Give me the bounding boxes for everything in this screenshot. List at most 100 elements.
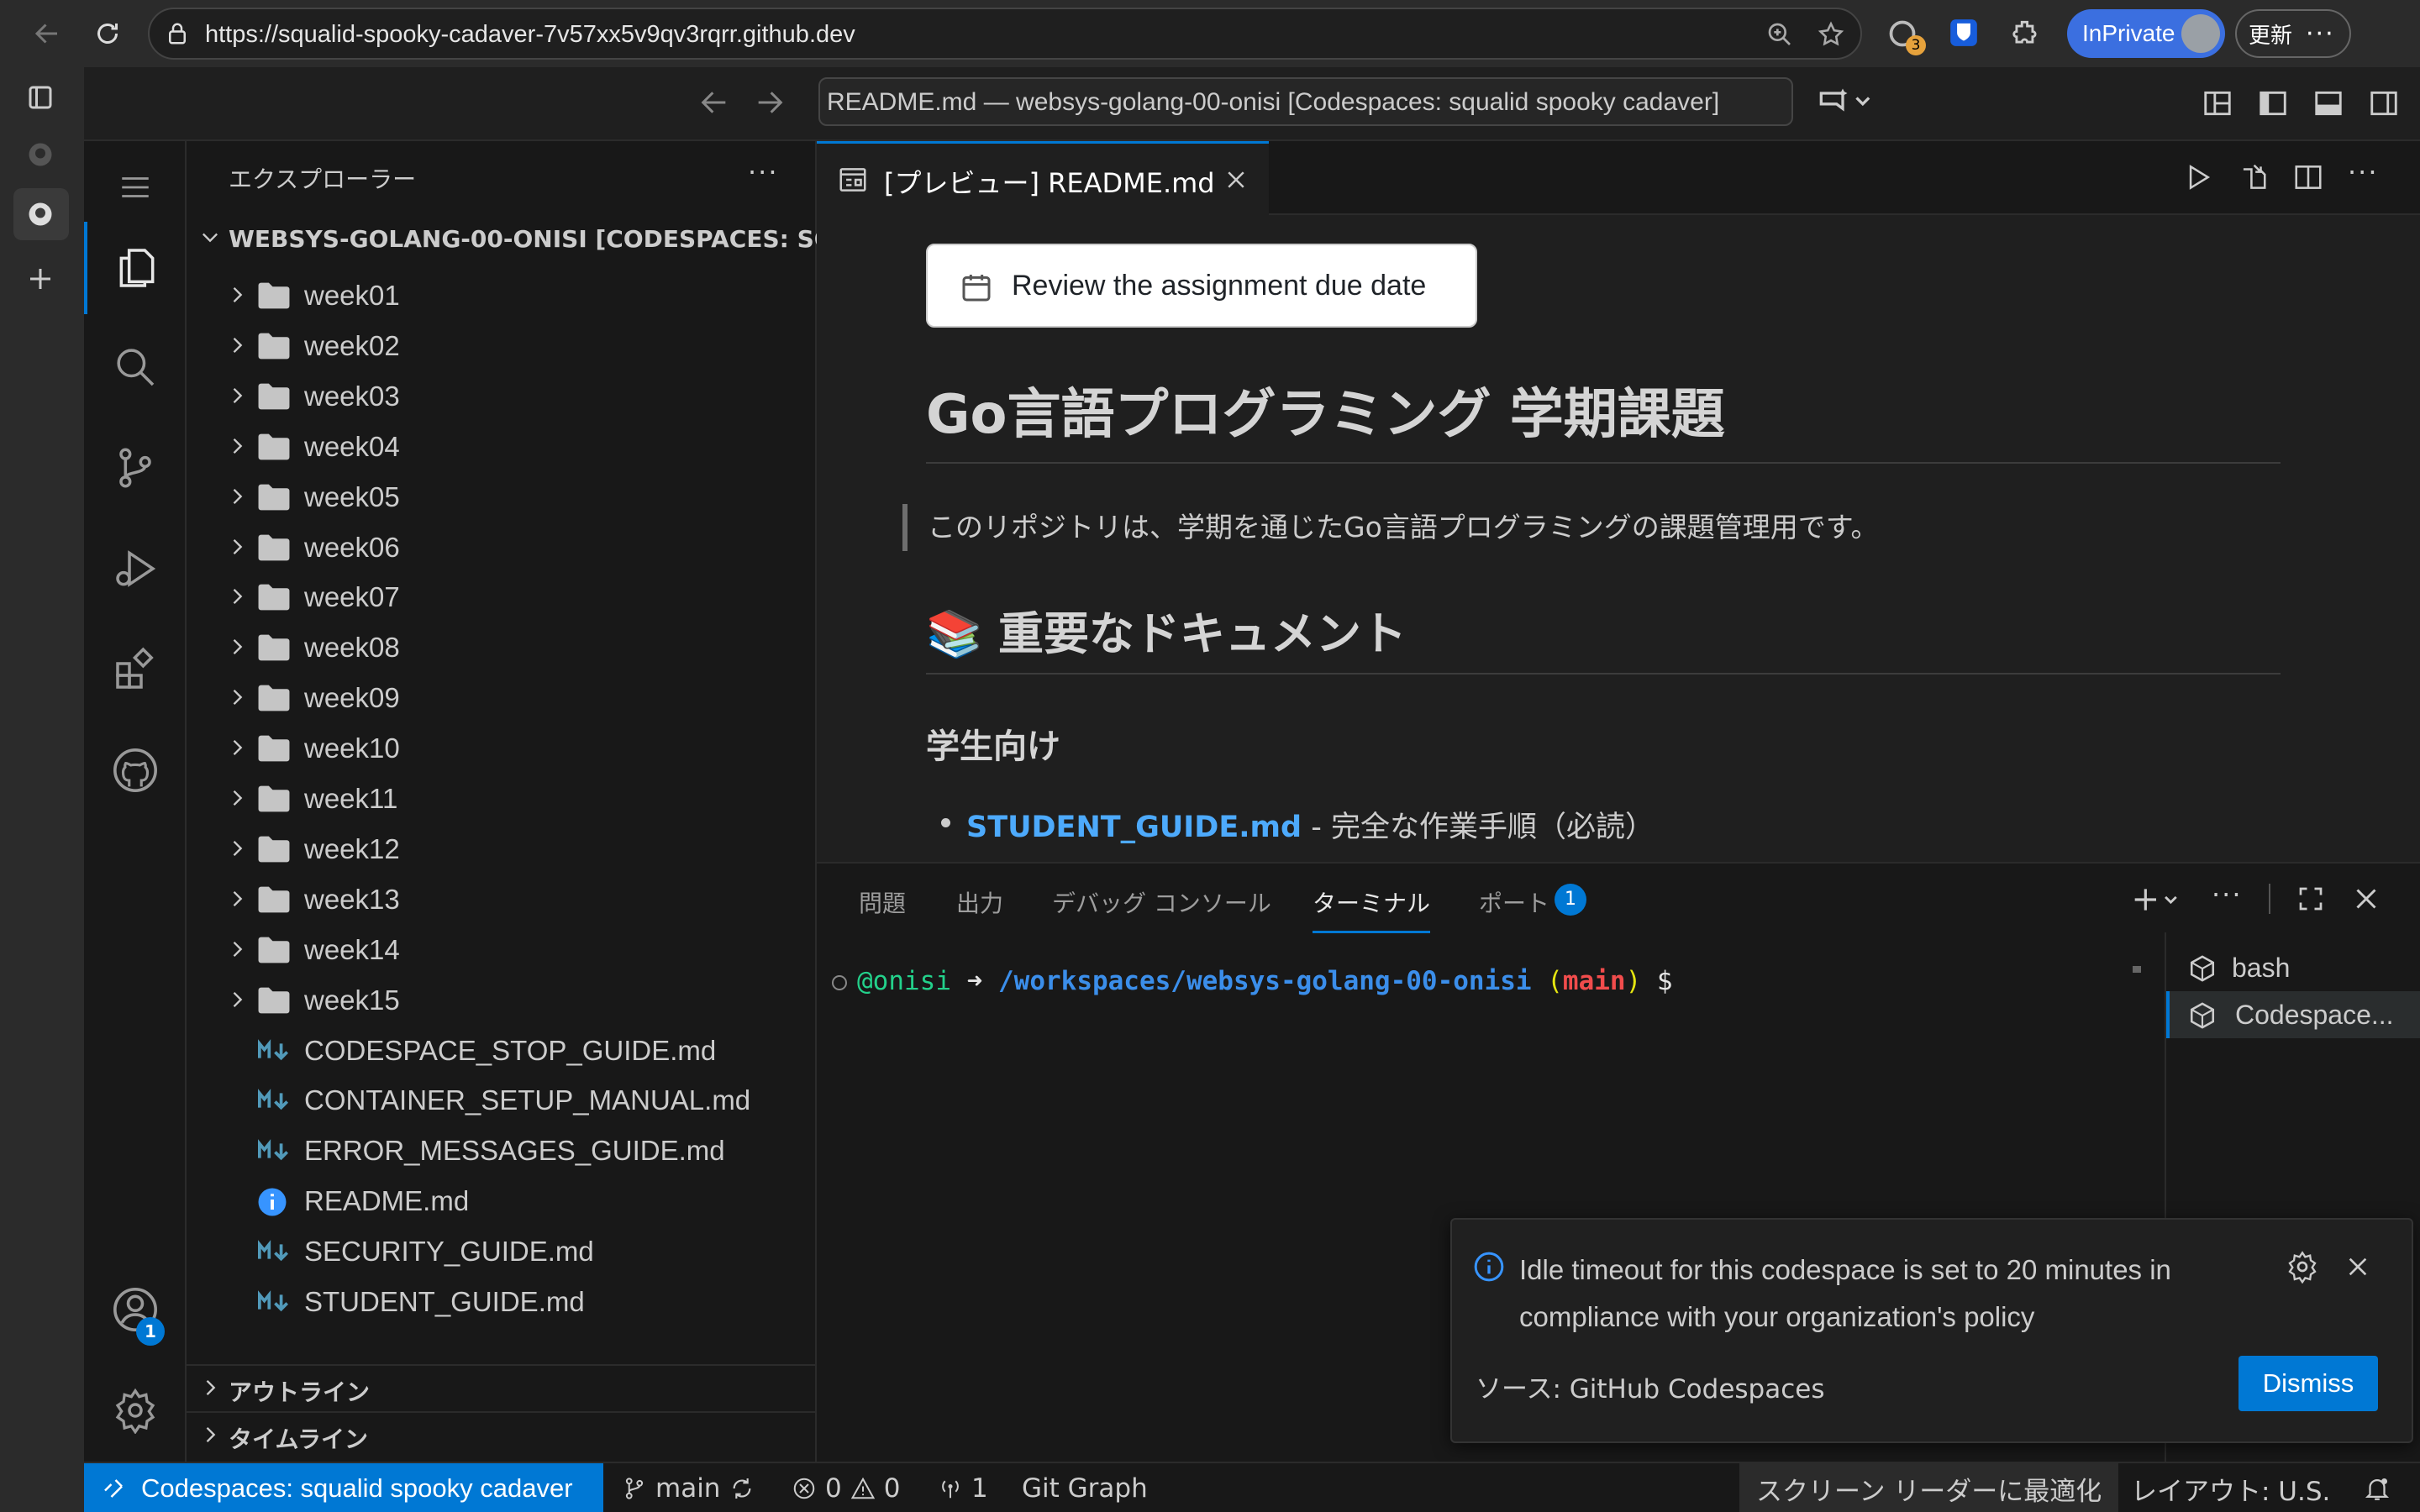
file-item[interactable]: CONTAINER_SETUP_MANUAL.md — [187, 1077, 817, 1123]
file-item[interactable]: CODESPACE_STOP_GUIDE.md — [187, 1027, 817, 1074]
timeline-section[interactable]: タイムライン — [187, 1411, 817, 1458]
panel-more-icon[interactable]: ··· — [2212, 879, 2243, 911]
address-bar[interactable]: https://squalid-spooky-cadaver-7v57xx5v9… — [148, 8, 1862, 60]
explorer-more-icon[interactable]: ··· — [748, 156, 779, 188]
terminal-cube-icon — [2190, 955, 2215, 982]
folder-item[interactable]: week15 — [187, 977, 817, 1023]
menu-icon[interactable] — [84, 141, 187, 234]
file-item[interactable]: SECURITY_GUIDE.md — [187, 1228, 817, 1274]
accounts-icon[interactable]: 1 — [84, 1263, 187, 1356]
remote-indicator[interactable]: Codespaces: squalid spooky cadaver — [84, 1463, 603, 1512]
tab-readme-preview[interactable]: [プレビュー] README.md — [817, 141, 1269, 215]
sync-icon[interactable] — [729, 1475, 755, 1502]
notification-settings-gear-icon[interactable] — [2286, 1250, 2319, 1284]
bitwarden-icon[interactable] — [1948, 17, 1980, 49]
folder-item[interactable]: week11 — [187, 775, 817, 822]
nav-back-icon[interactable] — [697, 86, 731, 119]
maximize-panel-icon[interactable] — [2296, 884, 2326, 914]
ports-indicator[interactable]: 1 — [938, 1463, 988, 1512]
folder-item[interactable]: week04 — [187, 423, 817, 470]
refresh-icon[interactable] — [87, 13, 128, 54]
split-editor-icon[interactable] — [2292, 161, 2324, 193]
zoom-icon[interactable] — [1766, 21, 1793, 48]
dismiss-button[interactable]: Dismiss — [2238, 1356, 2378, 1411]
folder-item[interactable]: week03 — [187, 373, 817, 419]
file-item[interactable]: README.md — [187, 1178, 817, 1224]
preview-icon — [839, 168, 866, 192]
close-icon[interactable] — [1223, 167, 1249, 192]
folder-item[interactable]: week12 — [187, 826, 817, 872]
close-panel-icon[interactable] — [2351, 884, 2381, 914]
github-icon[interactable] — [84, 724, 187, 816]
update-button[interactable]: 更新 ··· — [2235, 9, 2351, 58]
problems-indicator[interactable]: 0 0 — [792, 1463, 900, 1512]
terminal-item-bash[interactable]: bash — [2166, 944, 2420, 991]
folder-item[interactable]: week06 — [187, 524, 817, 570]
tab-ports[interactable]: ポート — [1479, 885, 1549, 919]
folder-label: week15 — [304, 984, 400, 1016]
explorer-icon[interactable] — [84, 222, 187, 314]
search-icon[interactable] — [84, 321, 187, 413]
chevron-right-icon — [225, 937, 249, 961]
terminal-scrollbar[interactable] — [2133, 966, 2141, 973]
git-graph-button[interactable]: Git Graph — [1022, 1463, 1148, 1512]
file-item[interactable]: ERROR_MESSAGES_GUIDE.md — [187, 1127, 817, 1173]
review-due-date-button[interactable]: Review the assignment due date — [926, 244, 1477, 328]
tab-actions-icon[interactable] — [25, 82, 55, 113]
toggle-panel-icon[interactable] — [2312, 87, 2344, 119]
warning-icon — [850, 1477, 875, 1499]
folder-item[interactable]: week02 — [187, 323, 817, 369]
tab-debug-console[interactable]: デバッグ コンソール — [1052, 885, 1271, 919]
extensions-icon[interactable] — [84, 623, 187, 716]
extensions-badge: 3 — [1906, 35, 1926, 55]
manage-gear-icon[interactable] — [84, 1364, 187, 1457]
tab-terminal[interactable]: ターミナル — [1313, 885, 1431, 933]
source-control-icon[interactable] — [84, 422, 187, 514]
run-debug-icon[interactable] — [84, 522, 187, 615]
file-label: CODESPACE_STOP_GUIDE.md — [304, 1034, 717, 1066]
favorite-star-icon[interactable] — [1817, 20, 1845, 49]
keyboard-layout-indicator[interactable]: レイアウト: U.S. — [2131, 1463, 2330, 1512]
error-icon — [793, 1478, 815, 1499]
file-item[interactable]: STUDENT_GUIDE.md — [187, 1278, 817, 1325]
inprivate-button[interactable]: InPrivate — [2067, 9, 2225, 58]
github-tab-active[interactable] — [13, 188, 69, 240]
toggle-sidebar-icon[interactable] — [2257, 87, 2289, 119]
chevron-right-icon — [225, 485, 249, 508]
run-icon[interactable] — [2181, 161, 2213, 193]
tab-output[interactable]: 出力 — [956, 885, 1003, 919]
puzzle-extensions-icon[interactable] — [2010, 17, 2042, 49]
notifications-bell-icon[interactable] — [2363, 1463, 2391, 1512]
student-guide-link[interactable]: STUDENT_GUIDE.md — [966, 811, 1302, 844]
tab-problems[interactable]: 問題 — [859, 885, 906, 919]
editor-more-icon[interactable]: ··· — [2348, 156, 2379, 188]
branch-indicator[interactable]: main — [622, 1463, 755, 1512]
folder-item[interactable]: week10 — [187, 725, 817, 771]
extensions-counter-icon[interactable]: 3 — [1887, 18, 1926, 55]
notification-close-icon[interactable] — [2344, 1253, 2371, 1280]
chevron-right-icon — [225, 736, 249, 759]
copilot-icon[interactable] — [1813, 84, 1872, 121]
command-center[interactable]: README.md — websys-golang-00-onisi [Code… — [818, 77, 1793, 126]
folder-item[interactable]: week01 — [187, 272, 817, 318]
terminal-item-codespace[interactable]: Codespace... — [2166, 991, 2420, 1038]
outline-section[interactable]: アウトライン — [187, 1364, 817, 1411]
folder-item[interactable]: week07 — [187, 574, 817, 620]
folder-item[interactable]: week08 — [187, 624, 817, 670]
folder-item[interactable]: week09 — [187, 675, 817, 721]
new-tab-icon[interactable] — [25, 264, 55, 294]
folder-item[interactable]: week13 — [187, 876, 817, 922]
customize-layout-icon[interactable] — [2202, 87, 2233, 119]
terminal-prompt[interactable]: @onisi ➜ /workspaces/websys-golang-00-on… — [832, 966, 1673, 996]
toggle-secondary-sidebar-icon[interactable] — [2368, 87, 2400, 119]
nav-forward-icon[interactable] — [753, 86, 786, 119]
new-terminal-icon[interactable] — [2131, 884, 2181, 916]
folder-item[interactable]: week14 — [187, 927, 817, 973]
layout-label: レイアウト: U.S. — [2131, 1476, 2331, 1507]
open-source-icon[interactable] — [2237, 161, 2269, 193]
screen-reader-indicator[interactable]: スクリーン リーダーに最適化 — [1739, 1463, 2119, 1512]
folder-item[interactable]: week05 — [187, 474, 817, 520]
workspace-folder-header[interactable]: WEBSYS-GOLANG-00-ONISI [CODESPACES: SQ..… — [187, 217, 860, 260]
github-tab-icon[interactable] — [25, 139, 55, 170]
back-icon[interactable] — [27, 13, 67, 54]
